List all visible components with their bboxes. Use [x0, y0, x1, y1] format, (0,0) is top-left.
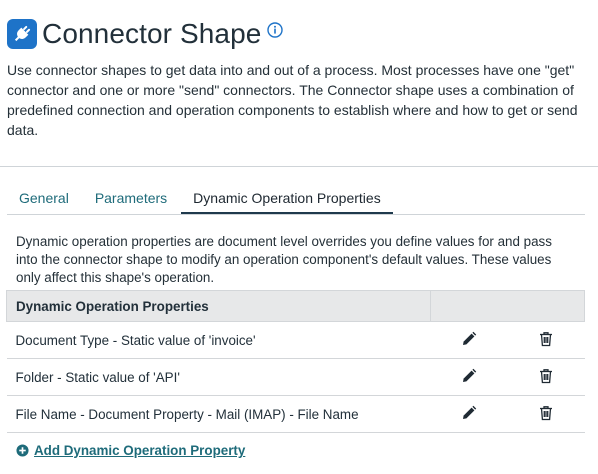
property-label: Folder - Static value of 'API' — [6, 358, 431, 396]
trash-icon[interactable] — [538, 331, 554, 347]
page-title: Connector Shape — [42, 18, 262, 49]
pencil-icon[interactable] — [461, 331, 477, 347]
table-row: Folder - Static value of 'API' — [6, 358, 585, 396]
tab-bar: General Parameters Dynamic Operation Pro… — [7, 186, 585, 215]
trash-icon[interactable] — [538, 368, 554, 384]
column-header-properties: Dynamic Operation Properties — [6, 290, 431, 322]
table-header-row: Dynamic Operation Properties — [6, 290, 585, 322]
page-header: Connector Shape — [7, 18, 284, 50]
tab-dynamic-operation-properties[interactable]: Dynamic Operation Properties — [181, 186, 393, 214]
property-label: Document Type - Static value of 'invoice… — [6, 321, 431, 359]
pencil-icon[interactable] — [461, 405, 477, 421]
pencil-icon[interactable] — [461, 368, 477, 384]
add-link-label: Add Dynamic Operation Property — [34, 443, 246, 458]
add-dynamic-operation-property-link[interactable]: Add Dynamic Operation Property — [16, 443, 245, 458]
column-header-actions — [430, 290, 585, 322]
trash-icon[interactable] — [538, 405, 554, 421]
table-row: Document Type - Static value of 'invoice… — [6, 321, 585, 359]
property-label: File Name - Document Property - Mail (IM… — [6, 395, 431, 433]
tab-parameters[interactable]: Parameters — [83, 186, 179, 214]
table-row: File Name - Document Property - Mail (IM… — [6, 395, 585, 433]
dynamic-properties-table: Dynamic Operation Properties Document Ty… — [6, 290, 585, 433]
divider — [0, 166, 598, 167]
tab-general[interactable]: General — [7, 186, 81, 214]
page-description: Use connector shapes to get data into an… — [7, 62, 578, 138]
plug-icon — [7, 19, 37, 49]
plus-circle-icon — [16, 444, 29, 457]
info-icon[interactable] — [267, 22, 284, 38]
tab-description: Dynamic operation properties are documen… — [16, 234, 552, 285]
